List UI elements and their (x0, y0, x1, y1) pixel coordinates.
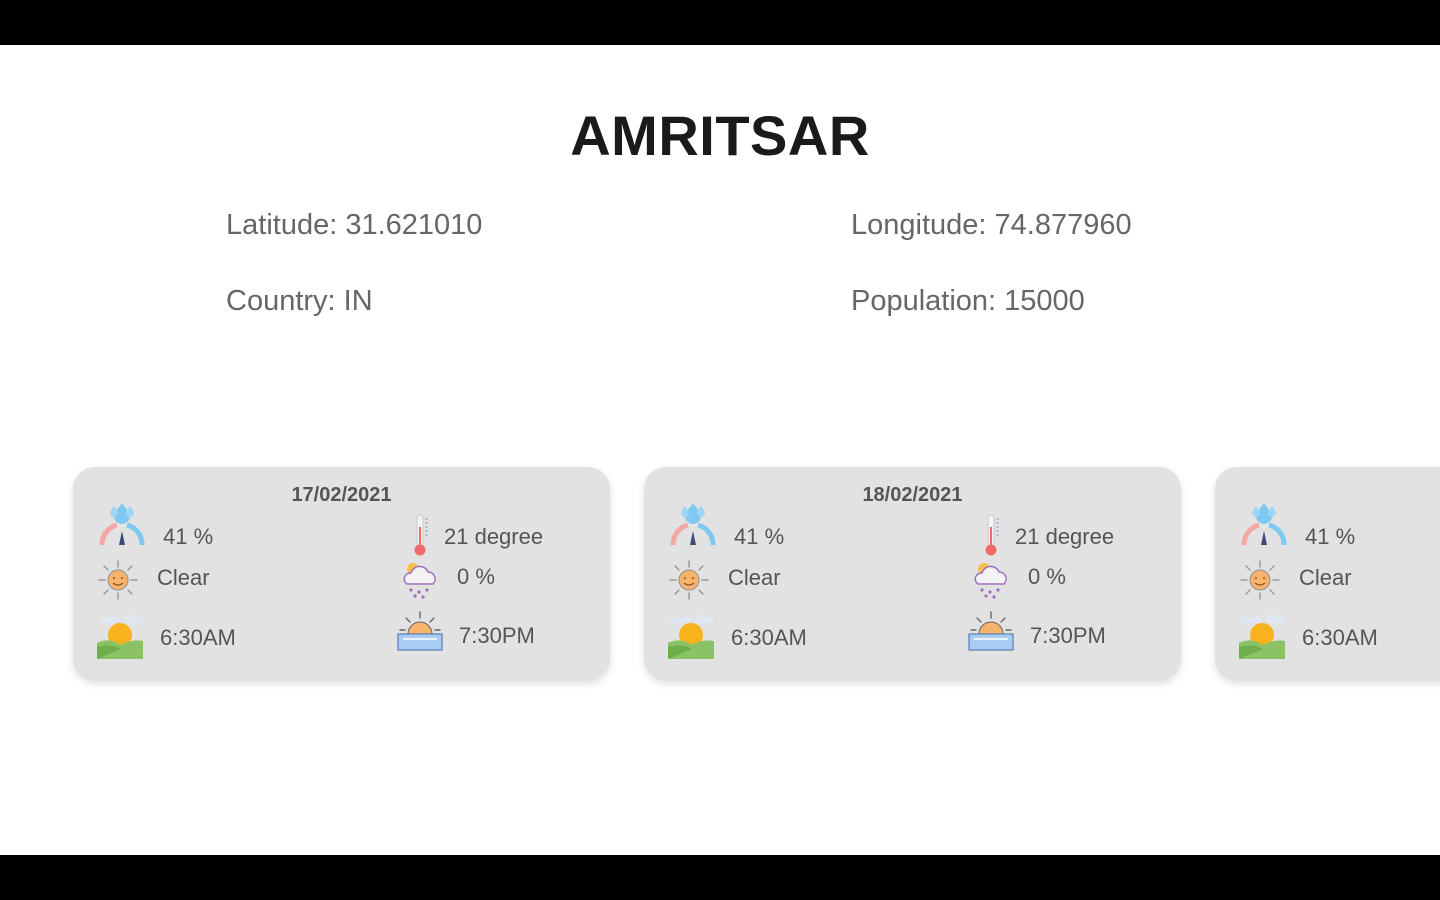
temperature-value: 21 degree (1015, 524, 1115, 549)
longitude-info: Longitude: 74.877960 (851, 209, 1132, 242)
condition-value: Clear (157, 565, 210, 590)
temperature-value: 21 degree (444, 524, 544, 549)
sunrise-icon (668, 613, 714, 659)
humidity-gauge-icon (1239, 501, 1289, 547)
longitude-value: 74.877960 (994, 209, 1132, 241)
precipitation-value: 0 % (1028, 564, 1066, 589)
sun-icon (1239, 559, 1281, 601)
humidity-value: 41 % (1305, 524, 1356, 549)
sunrise-time: 6:30AM (1302, 625, 1378, 650)
humidity-gauge-icon (668, 501, 718, 547)
sunset-icon (397, 610, 443, 652)
population-label: Population: (851, 285, 1005, 317)
latitude-info: Latitude: 31.621010 (226, 209, 482, 242)
precipitation-value: 0 % (457, 564, 495, 589)
rain-cloud-icon (972, 559, 1010, 599)
thermometer-icon (982, 513, 1002, 557)
sunset-icon (968, 610, 1014, 652)
population-info: Population: 15000 (851, 285, 1085, 318)
country-info: Country: IN (226, 285, 373, 318)
humidity-value: 41 % (163, 524, 214, 549)
forecast-card[interactable]: 17 41 % (1215, 467, 1440, 681)
forecast-card[interactable]: 18/02/2021 41 % 21 degree Clear 0 % 6:30… (644, 467, 1181, 681)
thermometer-icon (411, 513, 431, 557)
rain-cloud-icon (401, 559, 439, 599)
sunrise-icon (97, 613, 143, 659)
humidity-value: 41 % (734, 524, 785, 549)
humidity-gauge-icon (97, 501, 147, 547)
latitude-label: Latitude: (226, 209, 346, 241)
latitude-value: 31.621010 (345, 209, 483, 241)
sunrise-icon (1239, 613, 1285, 659)
condition-value: Clear (728, 565, 781, 590)
forecast-card[interactable]: 17/02/2021 41 % 21 degree Clear 0 % 6:30… (73, 467, 610, 681)
forecast-date: 17/02/2021 (291, 484, 392, 506)
country-value: IN (343, 285, 373, 317)
city-title: AMRITSAR (570, 104, 870, 167)
country-label: Country: (226, 285, 344, 317)
sunset-time: 7:30PM (459, 623, 535, 648)
sun-icon (97, 559, 139, 601)
sunset-time: 7:30PM (1030, 623, 1106, 648)
condition-value: Clear (1299, 565, 1352, 590)
weather-page: AMRITSAR Latitude: 31.621010 Longitude: … (0, 45, 1440, 855)
longitude-label: Longitude: (851, 209, 995, 241)
sun-icon (668, 559, 710, 601)
sunrise-time: 6:30AM (731, 625, 807, 650)
forecast-date: 18/02/2021 (862, 484, 963, 506)
population-value: 15000 (1004, 285, 1085, 317)
sunrise-time: 6:30AM (160, 625, 236, 650)
